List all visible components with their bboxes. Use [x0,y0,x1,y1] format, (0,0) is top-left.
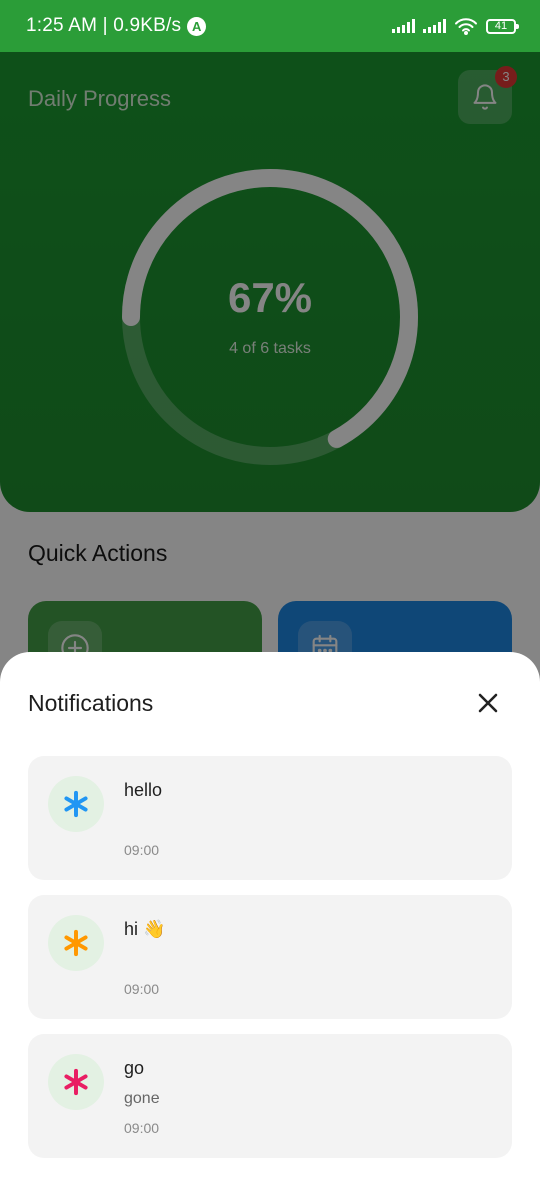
app-notification-icon: A [187,16,207,36]
battery-icon: 41 [486,18,519,34]
screen: Daily Progress 3 67% 4 of 6 tasks Quick … [0,0,540,1200]
notification-item[interactable]: hi 👋 09:00 [28,895,512,1019]
close-icon [478,693,498,713]
notification-title: go [124,1058,145,1078]
notification-title: hi 👋 [124,919,166,939]
notification-time: 09:00 [124,842,160,858]
asterisk-icon [64,929,88,957]
notifications-sheet: Notifications hello 09:00 hi 👋 09:00 go … [0,652,540,1200]
notification-body: gone [124,1090,160,1107]
notification-icon-bg [48,915,104,971]
status-bar: 1:25 AM | 0.9KB/s A 41 [0,0,540,52]
notification-icon-bg [48,776,104,832]
notification-title: hello [124,780,163,800]
status-time-speed: 1:25 AM | 0.9KB/s [26,15,182,36]
status-icons: 41 [392,17,519,35]
notification-icon-bg [48,1054,104,1110]
notification-time: 09:00 [124,1120,160,1136]
asterisk-icon [64,790,88,818]
signal-icon-2 [423,19,446,33]
notification-time: 09:00 [124,981,160,997]
sheet-title: Notifications [28,690,154,716]
notification-item[interactable]: go gone 09:00 [28,1034,512,1158]
notification-item[interactable]: hello 09:00 [28,756,512,880]
wifi-icon [455,18,477,35]
asterisk-icon [64,1068,88,1096]
close-button[interactable] [470,685,506,721]
signal-icon [392,19,415,33]
